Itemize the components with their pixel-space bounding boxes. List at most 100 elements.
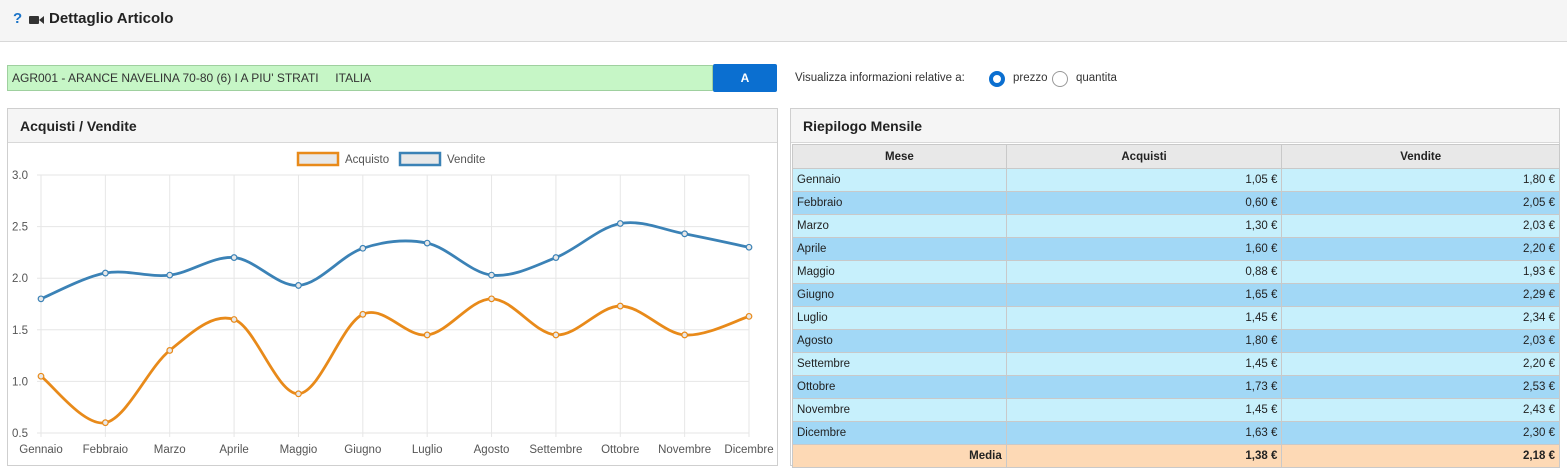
table-row: Maggio 0,88 €1,93 € xyxy=(792,260,1560,284)
cell-acquisti: 1,80 € xyxy=(1005,329,1283,353)
table-row: Novembre 1,45 €2,43 € xyxy=(792,398,1560,422)
radio-prezzo[interactable] xyxy=(989,71,1005,87)
x-tick-label: Ottobre xyxy=(601,444,639,456)
cell-acquisti: 1,45 € xyxy=(1005,306,1283,330)
cell-vendite: 1,93 € xyxy=(1281,260,1560,284)
page-title: Dettaglio Articolo xyxy=(49,10,174,27)
data-point-vendite[interactable] xyxy=(616,220,624,227)
y-tick-label: 1.5 xyxy=(12,325,28,337)
cell-vendite: 2,03 € xyxy=(1281,214,1560,238)
cell-mese: Agosto xyxy=(792,329,1007,353)
summary-panel: Riepilogo Mensile Mese Acquisti Vendite … xyxy=(790,108,1560,468)
cell-mese: Settembre xyxy=(792,352,1007,376)
footer-label: Media xyxy=(792,444,1007,468)
x-tick-label: Luglio xyxy=(412,444,443,456)
footer-acquisti: 1,38 € xyxy=(1005,444,1283,468)
table-footer-row: Media 1,38 €2,18 € xyxy=(792,444,1560,468)
table-row: Aprile 1,60 €2,20 € xyxy=(792,237,1560,261)
cell-vendite: 2,34 € xyxy=(1281,306,1560,330)
x-tick-label: Gennaio xyxy=(19,444,62,456)
summary-panel-title: Riepilogo Mensile xyxy=(791,109,1559,143)
cell-acquisti: 1,30 € xyxy=(1005,214,1283,238)
data-point-acquisto[interactable] xyxy=(745,312,753,320)
data-point-acquisto[interactable] xyxy=(295,390,302,398)
header-acquisti: Acquisti xyxy=(1005,144,1283,169)
table-row: Dicembre 1,63 €2,30 € xyxy=(792,421,1560,445)
cell-acquisti: 1,45 € xyxy=(1005,398,1283,422)
table-row: Ottobre 1,73 €2,53 € xyxy=(792,375,1560,399)
table-row: Agosto 1,80 €2,03 € xyxy=(792,329,1560,353)
data-point-vendite[interactable] xyxy=(745,243,753,251)
header-vendite: Vendite xyxy=(1281,144,1560,169)
data-point-vendite[interactable] xyxy=(37,295,45,303)
series-line-vendite xyxy=(40,221,750,301)
cell-mese: Maggio xyxy=(792,260,1007,284)
legend-label-acquisto[interactable]: Acquisto xyxy=(345,154,389,166)
data-point-vendite[interactable] xyxy=(359,244,367,252)
legend-swatch-vendite[interactable] xyxy=(398,151,442,167)
cell-vendite: 2,05 € xyxy=(1281,191,1560,215)
y-tick-label: 2.0 xyxy=(12,273,28,285)
cell-vendite: 2,20 € xyxy=(1281,352,1560,376)
footer-vendite: 2,18 € xyxy=(1281,444,1560,468)
y-tick-label: 2.5 xyxy=(12,222,28,234)
cell-vendite: 2,29 € xyxy=(1281,283,1560,307)
data-point-vendite[interactable] xyxy=(101,269,109,277)
y-tick-label: 1.0 xyxy=(12,376,28,388)
data-point-acquisto[interactable] xyxy=(37,372,45,380)
cell-mese: Gennaio xyxy=(792,168,1007,192)
data-point-vendite[interactable] xyxy=(295,282,302,289)
x-tick-label: Marzo xyxy=(154,444,186,456)
data-point-vendite[interactable] xyxy=(230,254,238,261)
radio-quantita-label[interactable]: quantita xyxy=(1076,72,1117,84)
data-point-vendite[interactable] xyxy=(488,271,495,279)
data-point-acquisto[interactable] xyxy=(101,419,109,427)
cell-mese: Luglio xyxy=(792,306,1007,330)
data-point-acquisto[interactable] xyxy=(488,295,495,303)
cell-mese: Giugno xyxy=(792,283,1007,307)
article-a-button[interactable]: A xyxy=(713,64,777,92)
article-input[interactable] xyxy=(7,65,713,91)
cell-mese: Novembre xyxy=(792,398,1007,422)
data-point-acquisto[interactable] xyxy=(681,331,689,339)
data-point-vendite[interactable] xyxy=(166,271,174,279)
data-point-vendite[interactable] xyxy=(552,254,560,261)
data-point-acquisto[interactable] xyxy=(552,331,560,339)
data-point-acquisto[interactable] xyxy=(359,310,367,318)
data-point-acquisto[interactable] xyxy=(166,347,174,354)
legend-swatch-acquisto[interactable] xyxy=(296,151,340,167)
cell-vendite: 2,03 € xyxy=(1281,329,1560,353)
header-mese: Mese xyxy=(792,144,1007,169)
table-row: Luglio 1,45 €2,34 € xyxy=(792,306,1560,330)
table-header-row: Mese Acquisti Vendite xyxy=(792,144,1560,169)
table-row: Febbraio 0,60 €2,05 € xyxy=(792,191,1560,215)
series-line-acquisto xyxy=(40,297,750,425)
cell-acquisti: 0,60 € xyxy=(1005,191,1283,215)
help-icon[interactable]: ? xyxy=(13,10,22,27)
table-row: Marzo 1,30 €2,03 € xyxy=(792,214,1560,238)
data-point-vendite[interactable] xyxy=(681,230,689,238)
data-point-acquisto[interactable] xyxy=(423,331,431,339)
x-tick-label: Settembre xyxy=(529,444,582,456)
y-tick-label: 3.0 xyxy=(12,170,28,182)
cell-vendite: 1,80 € xyxy=(1281,168,1560,192)
data-point-acquisto[interactable] xyxy=(230,316,238,323)
cell-mese: Ottobre xyxy=(792,375,1007,399)
table-row: Giugno 1,65 €2,29 € xyxy=(792,283,1560,307)
data-point-acquisto[interactable] xyxy=(616,302,624,310)
data-point-vendite[interactable] xyxy=(423,239,431,247)
x-tick-label: Aprile xyxy=(219,444,248,456)
radio-quantita[interactable] xyxy=(1052,71,1068,87)
cell-acquisti: 1,60 € xyxy=(1005,237,1283,261)
radio-prezzo-label[interactable]: prezzo xyxy=(1013,72,1048,84)
cell-acquisti: 1,05 € xyxy=(1005,168,1283,192)
video-camera-icon[interactable] xyxy=(29,15,44,25)
cell-mese: Aprile xyxy=(792,237,1007,261)
cell-vendite: 2,53 € xyxy=(1281,375,1560,399)
legend-label-vendite[interactable]: Vendite xyxy=(447,154,485,166)
cell-acquisti: 1,63 € xyxy=(1005,421,1283,445)
table-row: Gennaio 1,05 €1,80 € xyxy=(792,168,1560,192)
cell-acquisti: 0,88 € xyxy=(1005,260,1283,284)
summary-table: Mese Acquisti Vendite Gennaio 1,05 €1,80 … xyxy=(792,144,1560,468)
x-tick-label: Maggio xyxy=(280,444,318,456)
